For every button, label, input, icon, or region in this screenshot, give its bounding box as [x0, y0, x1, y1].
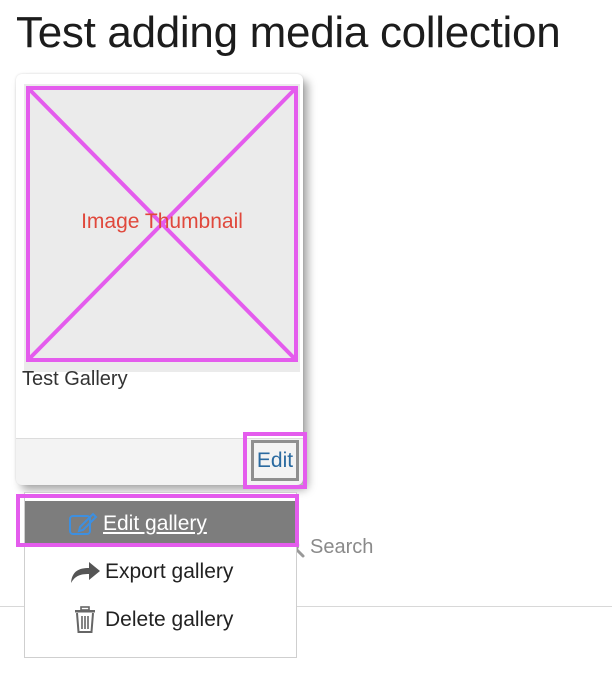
thumbnail-label: Image Thumbnail	[81, 210, 243, 233]
trash-icon	[69, 606, 101, 633]
menu-item-export-gallery[interactable]: Export gallery	[25, 549, 296, 595]
edit-button[interactable]: Edit	[251, 440, 299, 481]
menu-item-label: Delete gallery	[105, 608, 234, 631]
search-label: Search	[310, 536, 374, 558]
menu-item-label: Export gallery	[105, 560, 234, 583]
edit-gallery-highlight	[16, 494, 299, 547]
page-title: Test adding media collection	[16, 8, 561, 57]
menu-item-delete-gallery[interactable]: Delete gallery	[25, 597, 296, 643]
gallery-name: Test Gallery	[22, 368, 128, 390]
gallery-thumbnail[interactable]: Image Thumbnail	[24, 84, 300, 372]
edit-button-highlight: Edit	[243, 432, 307, 489]
share-arrow-icon	[69, 559, 101, 585]
gallery-card[interactable]: Image Thumbnail Test Gallery	[16, 74, 303, 485]
